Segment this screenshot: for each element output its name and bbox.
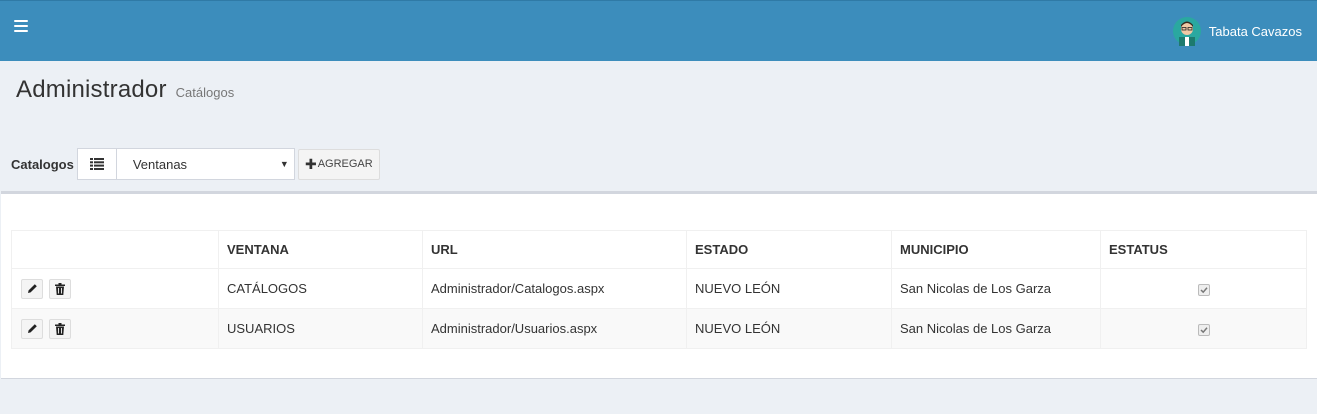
- page-subtitle: Catálogos: [175, 85, 235, 100]
- plus-icon: ✚: [304, 155, 317, 172]
- trash-icon: [54, 322, 65, 335]
- caret-down-icon: ▼: [279, 159, 289, 169]
- edit-button[interactable]: [21, 278, 43, 299]
- check-icon: [1199, 286, 1208, 293]
- cell-estado: NUEVO LEÓN: [686, 308, 892, 349]
- row-actions: [11, 268, 219, 309]
- trash-icon: [54, 282, 65, 295]
- column-header-actions: [11, 230, 219, 269]
- table-row: USUARIOS Administrador/Usuarios.aspx NUE…: [11, 308, 1307, 349]
- cell-estatus: [1100, 308, 1307, 349]
- cell-municipio: San Nicolas de Los Garza: [891, 308, 1101, 349]
- content-header: Administrador Catálogos: [16, 76, 234, 104]
- column-header-municipio[interactable]: MUNICIPIO: [891, 230, 1101, 269]
- cell-ventana: USUARIOS: [218, 308, 423, 349]
- column-header-url[interactable]: URL: [422, 230, 687, 269]
- pencil-icon: [27, 324, 37, 333]
- column-header-estado[interactable]: ESTADO: [686, 230, 892, 269]
- top-navbar: Tabata Cavazos: [0, 0, 1317, 61]
- catalog-select[interactable]: Ventanas ▼: [117, 149, 294, 179]
- status-checkbox: [1197, 283, 1210, 296]
- edit-button[interactable]: [21, 318, 43, 339]
- user-menu[interactable]: Tabata Cavazos: [1172, 15, 1302, 47]
- cell-ventana: CATÁLOGOS: [218, 268, 423, 309]
- page-title: Administrador: [16, 76, 167, 103]
- row-actions: [11, 308, 219, 349]
- avatar: [1172, 17, 1201, 46]
- cell-estado: NUEVO LEÓN: [686, 268, 892, 309]
- cell-url: Administrador/Catalogos.aspx: [422, 268, 687, 309]
- menu-toggle-icon[interactable]: [14, 20, 28, 32]
- list-icon: [77, 149, 117, 179]
- catalog-select-value: Ventanas: [132, 156, 188, 172]
- add-button-label: AGREGAR: [317, 158, 373, 170]
- delete-button[interactable]: [48, 278, 71, 299]
- table-box: VENTANA URL ESTADO MUNICIPIO ESTATUS CAT…: [1, 191, 1317, 379]
- catalog-label: Catalogos: [11, 156, 74, 172]
- delete-button[interactable]: [48, 318, 71, 339]
- cell-estatus: [1100, 268, 1307, 309]
- add-button[interactable]: ✚ AGREGAR: [297, 148, 380, 180]
- user-name: Tabata Cavazos: [1208, 23, 1302, 39]
- cell-municipio: San Nicolas de Los Garza: [891, 268, 1101, 309]
- catalog-table: VENTANA URL ESTADO MUNICIPIO ESTATUS CAT…: [11, 230, 1307, 349]
- pencil-icon: [27, 284, 37, 293]
- catalog-select-group: Ventanas ▼: [76, 148, 295, 180]
- cell-url: Administrador/Usuarios.aspx: [422, 308, 687, 349]
- table-header-row: VENTANA URL ESTADO MUNICIPIO ESTATUS: [11, 230, 1307, 269]
- catalog-toolbar: Catalogos Ventanas ▼ ✚ AGREGAR: [11, 147, 380, 181]
- column-header-estatus[interactable]: ESTATUS: [1100, 230, 1307, 269]
- check-icon: [1199, 326, 1208, 333]
- column-header-ventana[interactable]: VENTANA: [218, 230, 423, 269]
- table-row: CATÁLOGOS Administrador/Catalogos.aspx N…: [11, 268, 1307, 309]
- status-checkbox: [1197, 323, 1210, 336]
